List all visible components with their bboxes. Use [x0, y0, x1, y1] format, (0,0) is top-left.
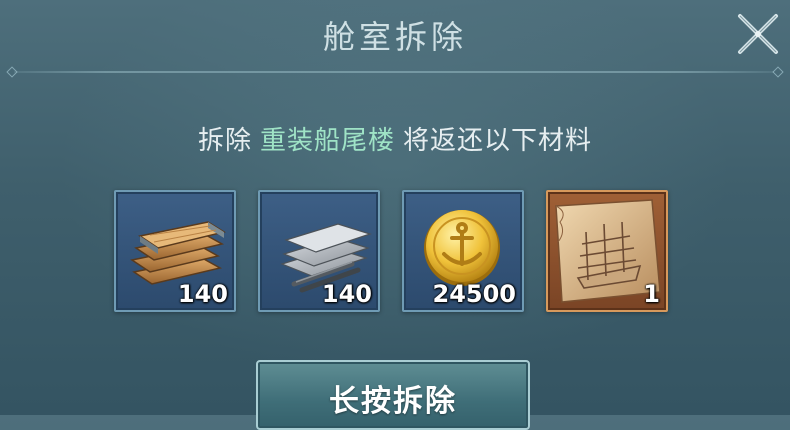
material-quantity: 1 [643, 280, 660, 308]
material-slot-steel[interactable]: 140 [258, 190, 380, 312]
dialog-title: 舱室拆除 [322, 18, 467, 56]
material-quantity: 140 [321, 280, 372, 308]
message-prefix: 拆除 [197, 126, 252, 156]
message-suffix: 将返还以下材料 [403, 126, 593, 156]
material-quantity: 24500 [432, 280, 517, 308]
material-quantity: 140 [177, 280, 228, 308]
material-slot-gold[interactable]: 24500 [402, 190, 524, 312]
hold-button-label: 长按拆除 [329, 384, 457, 419]
material-list: 140 140 24500 1 [114, 190, 668, 312]
divider-cap-right [772, 66, 784, 78]
material-slot-wood[interactable]: 140 [114, 190, 236, 312]
hold-to-dismantle-button[interactable]: 长按拆除 [256, 360, 530, 430]
close-x-icon [738, 14, 778, 54]
module-name: 重装船尾楼 [259, 126, 395, 156]
dismantle-message: 拆除 重装船尾楼 将返还以下材料 [0, 120, 790, 157]
divider-cap-left [6, 66, 18, 78]
title-divider [14, 71, 774, 73]
material-slot-blueprint[interactable]: 1 [546, 190, 668, 312]
close-button[interactable] [734, 10, 782, 58]
